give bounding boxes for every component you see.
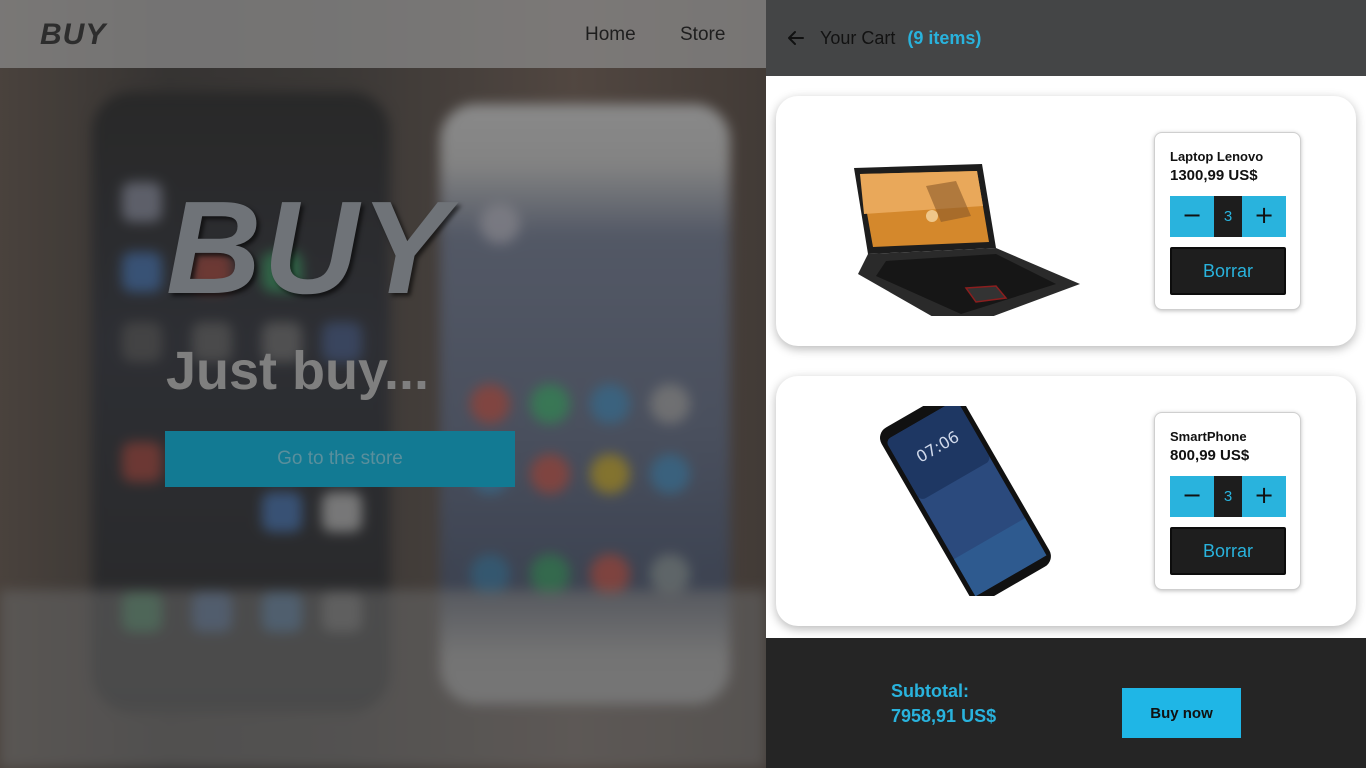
cart-footer: Subtotal: 7958,91 US$ Buy now xyxy=(766,638,1366,768)
cart-items-list[interactable]: Laptop Lenovo 1300,99 US$ − 3 + Borrar 0… xyxy=(766,76,1366,638)
go-to-store-button[interactable]: Go to the store xyxy=(165,431,515,487)
cart-item-count: (9 items) xyxy=(907,27,982,48)
buy-now-button[interactable]: Buy now xyxy=(1122,688,1241,738)
delete-item-button[interactable]: Borrar xyxy=(1170,247,1286,295)
cart-header: Your Cart (9 items) xyxy=(766,0,1366,76)
subtotal-label: Subtotal: xyxy=(891,681,969,701)
quantity-value[interactable]: 3 xyxy=(1214,476,1242,517)
subtotal-value: 7958,91 US$ xyxy=(891,706,997,726)
item-price: 1300,99 US$ xyxy=(1170,167,1258,184)
arrow-left-icon[interactable] xyxy=(786,28,806,48)
brand-logo[interactable]: BUY xyxy=(40,18,106,52)
cart-panel: Your Cart (9 items) Laptop Lenovo 1300,9… xyxy=(766,0,1366,768)
nav-link-home[interactable]: Home xyxy=(585,24,636,46)
cart-title: Your Cart xyxy=(820,27,896,48)
top-navbar: BUY Home Store xyxy=(0,0,766,68)
quantity-stepper: − 3 + xyxy=(1170,476,1286,517)
quantity-value[interactable]: 3 xyxy=(1214,196,1242,237)
decrease-quantity-button[interactable]: − xyxy=(1170,196,1214,237)
item-price: 800,99 US$ xyxy=(1170,447,1250,464)
item-name: Laptop Lenovo xyxy=(1170,149,1264,164)
increase-quantity-button[interactable]: + xyxy=(1242,476,1286,517)
nav-link-store[interactable]: Store xyxy=(680,24,725,46)
smartphone-image: 07:06 xyxy=(846,391,1086,603)
cart-item-details: SmartPhone 800,99 US$ − 3 + Borrar xyxy=(1154,412,1301,590)
delete-item-button[interactable]: Borrar xyxy=(1170,527,1286,575)
cart-item-card: 07:06 SmartPhone 800,99 US$ − 3 + Borrar xyxy=(776,376,1356,626)
increase-quantity-button[interactable]: + xyxy=(1242,196,1286,237)
laptop-image xyxy=(846,126,1086,330)
hero-subtitle: Just buy... xyxy=(166,341,430,401)
landing-page: BUY Home Store BUY Just buy... Go to the… xyxy=(0,0,766,768)
cart-item-details: Laptop Lenovo 1300,99 US$ − 3 + Borrar xyxy=(1154,132,1301,310)
decrease-quantity-button[interactable]: − xyxy=(1170,476,1214,517)
item-name: SmartPhone xyxy=(1170,429,1247,444)
cart-item-card: Laptop Lenovo 1300,99 US$ − 3 + Borrar xyxy=(776,96,1356,346)
hero-title: BUY xyxy=(166,174,451,321)
quantity-stepper: − 3 + xyxy=(1170,196,1286,237)
